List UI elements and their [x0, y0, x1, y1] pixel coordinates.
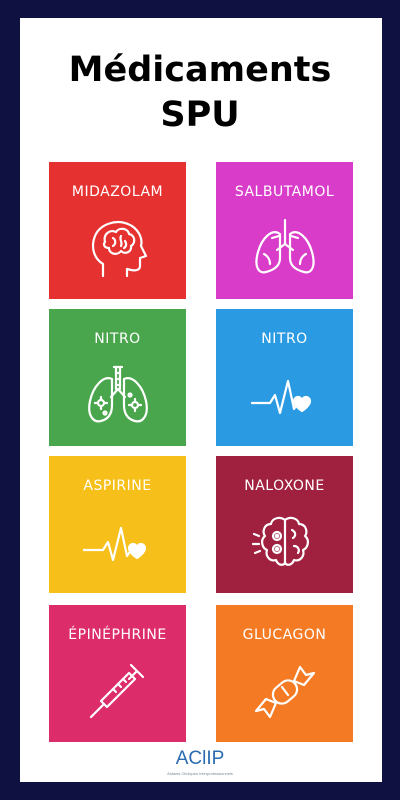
tile-salbutamol: SALBUTAMOL: [216, 162, 353, 299]
tile-naloxone: NALOXONE: [216, 456, 353, 593]
tile-label: GLUCAGON: [242, 627, 327, 643]
candy-icon: [254, 665, 316, 719]
logo-brand: AClIP: [175, 748, 225, 769]
heartbeat-icon: [83, 526, 147, 562]
tile-label: NALOXONE: [244, 478, 325, 494]
page-title-line-1: Médicaments: [68, 50, 332, 90]
heartbeat-icon: [250, 379, 312, 415]
tile-aspirine: ASPIRINE: [49, 456, 186, 593]
tile-nitro-lungs: NITRO: [49, 309, 186, 446]
tile-midazolam: MIDAZOLAM: [49, 162, 186, 299]
logo-tagline: Aidants Cliniques Interprofessionnels: [167, 771, 233, 776]
tile-label: NITRO: [261, 331, 308, 347]
tile-nitro-heartbeat: NITRO: [216, 309, 353, 446]
tile-label: ÉPINÉPHRINE: [68, 627, 167, 643]
tile-label: SALBUTAMOL: [234, 184, 335, 200]
brain-head-icon: [92, 220, 148, 278]
aclip-logo: AClIP Aidants Cliniques Interprofessionn…: [0, 748, 400, 776]
tile-label: NITRO: [94, 331, 141, 347]
brain-gears-icon: [251, 516, 309, 566]
infected-lungs-icon: [88, 365, 148, 423]
syringe-icon: [89, 663, 145, 719]
tile-label: MIDAZOLAM: [71, 184, 164, 200]
tile-label: ASPIRINE: [83, 478, 152, 494]
lungs-icon: [255, 218, 315, 274]
page-title-line-2: SPU: [160, 95, 240, 135]
tile-glucagon: GLUCAGON: [216, 605, 353, 742]
tile-epinephrine: ÉPINÉPHRINE: [49, 605, 186, 742]
